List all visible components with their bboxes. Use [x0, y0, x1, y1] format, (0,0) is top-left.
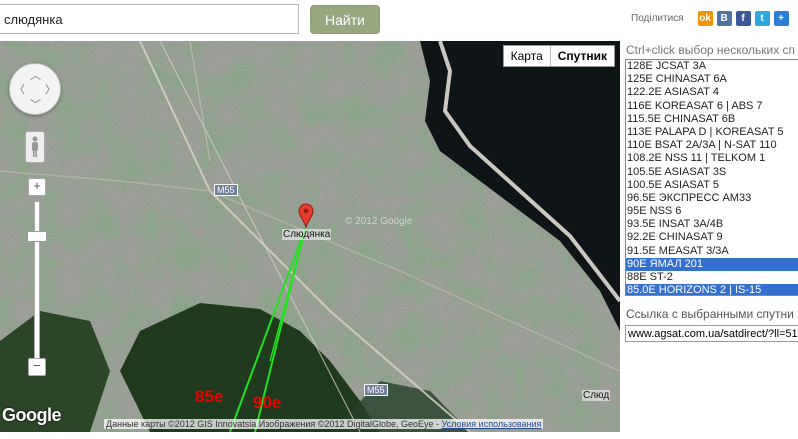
attribution-text: Данные карты ©2012 GIS Innovatsia Изобра… — [106, 419, 439, 429]
satellite-option[interactable]: 105.5E ASIASAT 3S — [626, 166, 798, 179]
satellite-list[interactable]: 128E JCSAT 3A 125E CHINASAT 6A 122.2E ASIA… — [625, 59, 798, 296]
share-icons: ok Вf t + — [697, 10, 789, 26]
corner-city-label: Слюд — [582, 390, 611, 401]
search-button[interactable]: Найти — [310, 5, 380, 34]
more-share-icon[interactable]: + — [773, 10, 789, 26]
satellite-option[interactable]: 100.5E ASIASAT 5 — [626, 179, 798, 192]
road-label: M55 — [214, 184, 238, 196]
line-label-85e: 85e — [195, 387, 224, 406]
google-logo: Google — [2, 405, 62, 425]
satellite-option[interactable]: 95E NSS 6 — [626, 205, 798, 218]
pan-up-icon[interactable]: ︿ — [30, 67, 41, 83]
zoom-slider-track[interactable] — [34, 201, 40, 363]
satellite-option[interactable]: 108.2E NSS 11 | TELKOM 1 — [626, 152, 798, 165]
satellite-option[interactable]: 116E KOREASAT 6 | ABS 7 — [626, 100, 798, 113]
selection-hint: Ctrl+click выбор нескольких сп — [626, 43, 796, 57]
location-pin-icon[interactable] — [298, 203, 314, 229]
map-view[interactable]: Слюдянка © 2012 Google M55 M55 Слюд 85e … — [0, 41, 620, 432]
link-label: Ссылка с выбранными спутни — [626, 307, 794, 321]
zoom-slider-handle[interactable] — [27, 231, 47, 242]
zoom-in-button[interactable]: + — [28, 178, 46, 196]
line-label-90e: 90e — [253, 393, 282, 412]
terms-of-use-link[interactable]: Условия использования — [442, 419, 542, 429]
map-watermark: © 2012 Google — [345, 216, 413, 227]
map-type-map-button[interactable]: Карта — [504, 46, 550, 66]
satellite-option[interactable]: 96.5E ЭКСПРЕСС АМ33 — [626, 192, 798, 205]
map-type-control: Карта Спутник — [502, 45, 615, 67]
satellite-option[interactable]: 113E PALAPA D | KOREASAT 5 — [626, 126, 798, 139]
zoom-out-button[interactable]: − — [28, 358, 46, 376]
pan-right-icon[interactable]: 〉 — [45, 81, 56, 97]
satellite-option[interactable]: 93.5E INSAT 3A/4B — [626, 218, 798, 231]
road-label: M55 — [364, 384, 388, 396]
satellite-option[interactable]: 115.5E CHINASAT 6B — [626, 113, 798, 126]
satellite-option[interactable]: 90E ЯМАЛ 201 — [626, 257, 798, 271]
search-input[interactable] — [0, 4, 299, 34]
pan-control[interactable]: ︿ ﹀ 〈 〉 — [9, 63, 61, 115]
satellite-option[interactable]: 92.2E CHINASAT 9 — [626, 231, 798, 244]
odnoklassniki-icon[interactable]: ok — [697, 10, 713, 26]
satellite-option[interactable]: 122.2E ASIASAT 4 — [626, 86, 798, 99]
satellite-option[interactable]: 110E BSAT 2A/3A | N-SAT 110 — [626, 139, 798, 152]
share-label: Поділитися — [631, 12, 684, 24]
facebook-icon[interactable]: f — [735, 10, 751, 26]
vkontakte-icon[interactable]: В — [716, 10, 732, 26]
street-view-pegman-icon[interactable] — [25, 131, 45, 163]
twitter-icon[interactable]: t — [754, 10, 770, 26]
link-field[interactable] — [625, 325, 798, 342]
pan-left-icon[interactable]: 〈 — [14, 81, 25, 97]
map-attribution: Данные карты ©2012 GIS Innovatsia Изобра… — [104, 419, 544, 429]
satellite-option[interactable]: 128E JCSAT 3A — [626, 60, 798, 73]
satellite-option[interactable]: 85.0E HORIZONS 2 | IS-15 — [626, 284, 798, 295]
pan-down-icon[interactable]: ﹀ — [30, 96, 41, 112]
satellite-option[interactable]: 91.5E MEASAT 3/3A — [626, 245, 798, 258]
city-label: Слюдянка — [282, 229, 332, 240]
share-bar: Поділитися ok Вf t + — [631, 9, 789, 27]
satellite-option[interactable]: 125E CHINASAT 6A — [626, 73, 798, 86]
satellite-option[interactable]: 88E ST-2 — [626, 271, 798, 284]
map-type-satellite-button[interactable]: Спутник — [549, 46, 614, 66]
